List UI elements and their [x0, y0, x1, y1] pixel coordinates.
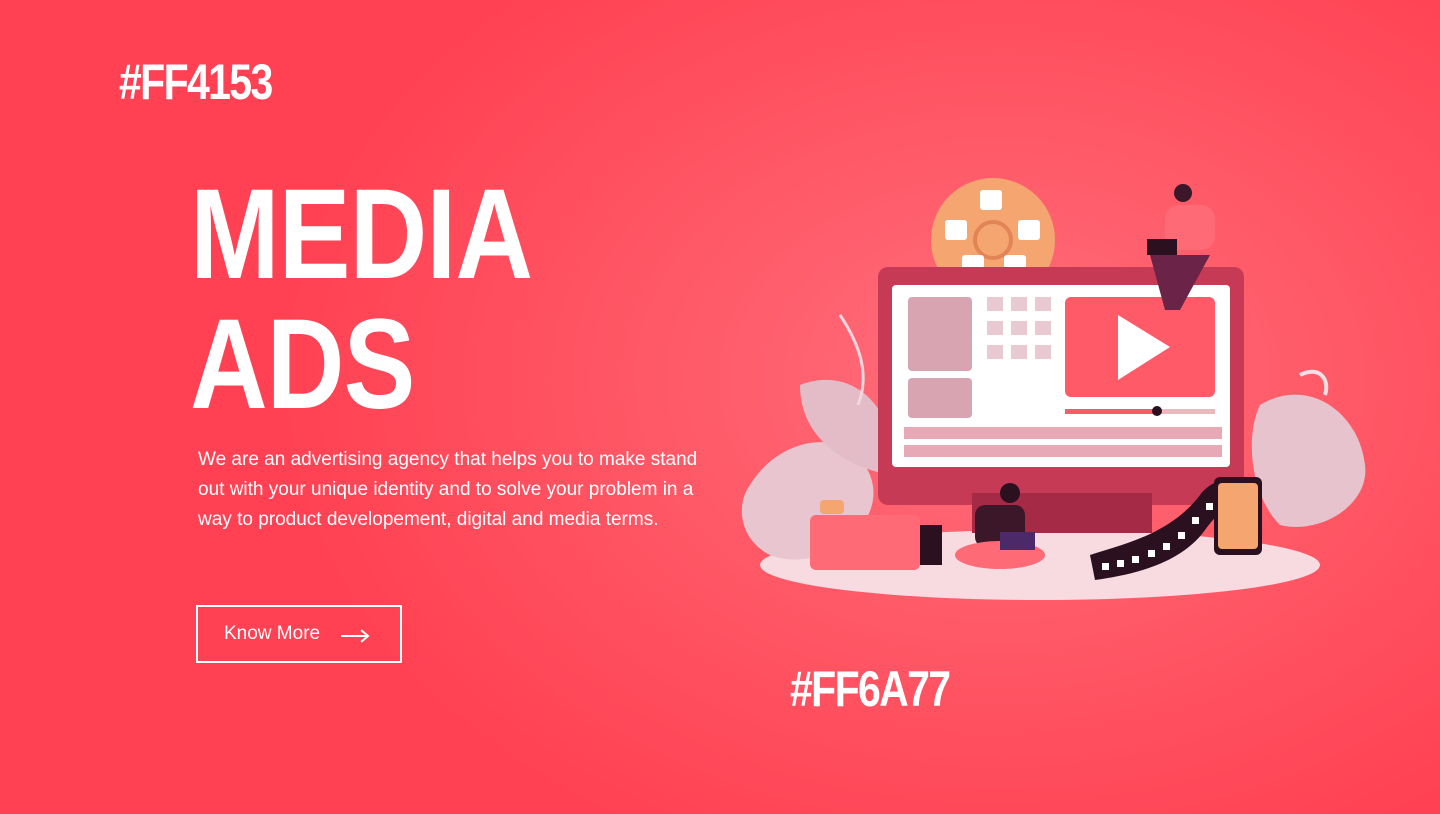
monitor-icon — [878, 267, 1244, 533]
hero-description: We are an advertising agency that helps … — [198, 449, 698, 530]
color-code-secondary: #FF6A77 — [790, 661, 951, 717]
headline-line-2: ADS — [190, 293, 415, 436]
hero-headline: MEDIA ADS — [190, 163, 533, 436]
smartphone-icon — [1214, 477, 1262, 555]
video-camera-icon — [810, 500, 942, 570]
color-code-primary: #FF4153 — [119, 54, 273, 110]
headline-line-1: MEDIA — [190, 163, 533, 306]
leaf-right-icon — [1251, 369, 1366, 527]
know-more-label: Know More — [224, 623, 321, 644]
arrow-right-icon — [340, 627, 370, 643]
know-more-button[interactable]: Know More — [196, 605, 402, 663]
media-ads-illustration — [741, 178, 1366, 600]
